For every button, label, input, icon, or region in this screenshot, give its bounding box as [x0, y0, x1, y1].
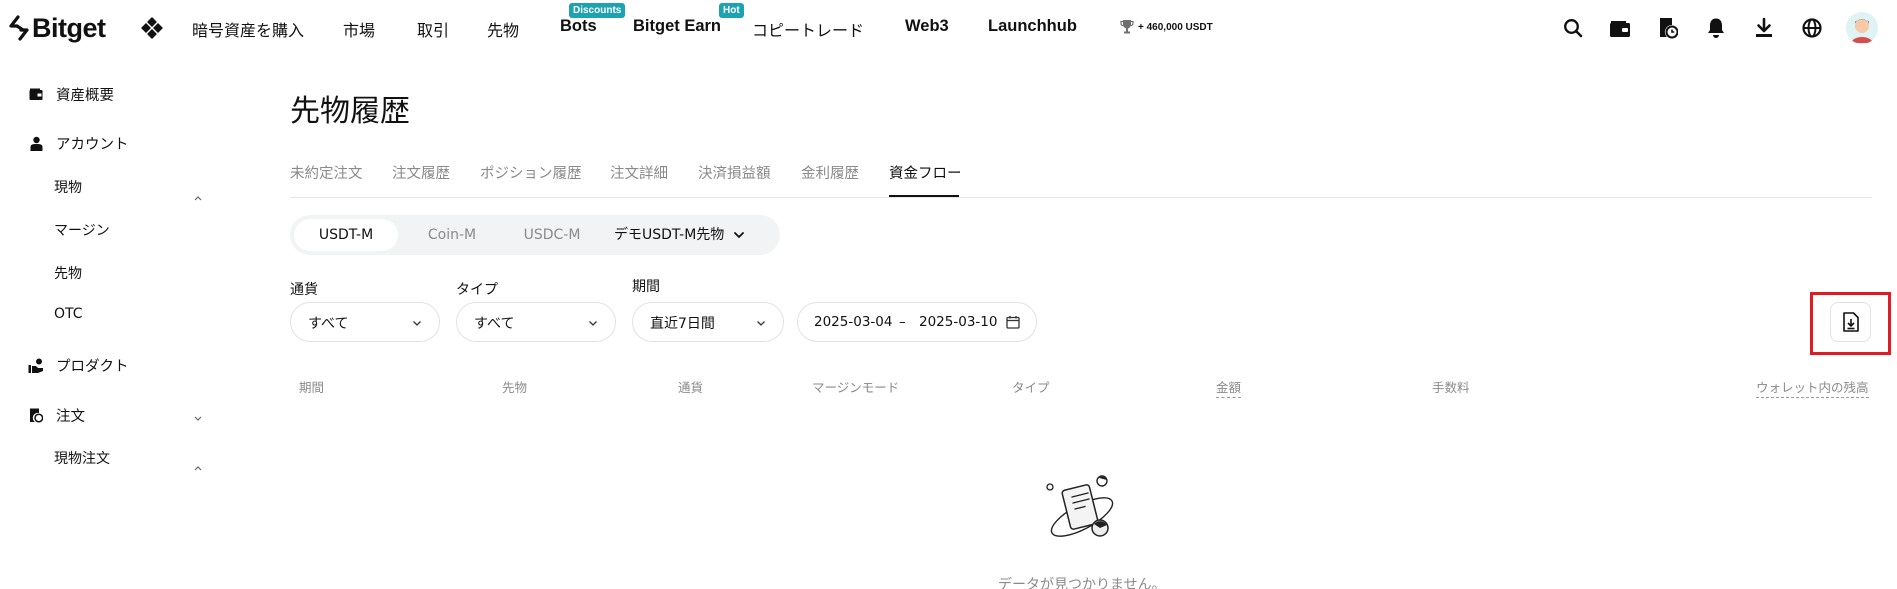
chevron-down-icon: [734, 232, 745, 238]
tab-fund-flow[interactable]: 資金フロー: [889, 162, 962, 183]
date-range-picker[interactable]: 2025-03-04 – 2025-03-10: [797, 302, 1037, 342]
segment-usdt-m[interactable]: USDT-M: [294, 219, 398, 251]
calendar-icon: [1006, 316, 1020, 329]
sidebar-item-label: 注文: [56, 409, 85, 425]
column-header-margin-mode: マージンモード: [812, 380, 900, 395]
chevron-down-icon[interactable]: [192, 412, 204, 424]
tab-funding-history[interactable]: 金利履歴: [801, 162, 859, 183]
bitget-logo-icon: [9, 15, 29, 41]
avatar[interactable]: [1846, 12, 1878, 44]
promo-banner[interactable]: + 460,000 USDT: [1120, 19, 1213, 35]
sidebar-item-products[interactable]: プロダクト: [28, 355, 129, 376]
nav-launchhub[interactable]: Launchhub: [988, 17, 1077, 36]
wallet-icon: [28, 87, 44, 103]
apps-icon[interactable]: [140, 16, 164, 40]
sidebar-item-label: 資産概要: [56, 88, 114, 104]
chevron-up-icon[interactable]: [192, 192, 204, 204]
currency-select-value: すべて: [308, 316, 349, 332]
tab-order-details[interactable]: 注文詳細: [610, 162, 668, 183]
segment-demo-label: デモUSDT-M先物: [614, 227, 725, 243]
sidebar-item-orders[interactable]: 注文: [28, 405, 85, 426]
chevron-down-icon: [589, 321, 597, 326]
sidebar-item-spot-orders[interactable]: 現物注文: [54, 448, 110, 468]
nav-trade[interactable]: 取引: [417, 17, 449, 41]
sidebar-item-spot[interactable]: 現物: [54, 177, 82, 197]
date-separator: –: [899, 314, 906, 330]
date-from: 2025-03-04: [814, 314, 893, 330]
column-header-type: タイプ: [1012, 380, 1050, 395]
globe-icon[interactable]: [1800, 16, 1824, 40]
chevron-up-icon[interactable]: [192, 462, 204, 474]
search-icon[interactable]: [1561, 16, 1585, 40]
segment-demo-usdt-m-dropdown[interactable]: デモUSDT-M先物: [614, 219, 746, 251]
sidebar: 資産概要 アカウント 現物 マージン 先物 OTC プロダクト 注文 現物注文: [0, 56, 240, 589]
column-header-futures: 先物: [502, 380, 528, 395]
column-header-wallet-balance[interactable]: ウォレット内の残高: [1756, 377, 1869, 398]
currency-filter-label: 通貨: [290, 282, 318, 298]
orders-icon: [28, 408, 44, 424]
type-select[interactable]: すべて: [456, 302, 616, 342]
chevron-down-icon: [413, 321, 421, 326]
orders-icon[interactable]: [1656, 16, 1680, 40]
chevron-down-icon: [757, 321, 765, 326]
nav-bitget-earn[interactable]: Bitget Earn: [633, 17, 721, 36]
sidebar-item-label: アカウント: [56, 137, 129, 153]
currency-select[interactable]: すべて: [290, 302, 440, 342]
trophy-icon: [1120, 20, 1134, 34]
tab-realized-pnl[interactable]: 決済損益額: [698, 162, 771, 183]
file-download-icon: [1842, 312, 1859, 332]
empty-state-message: データが見つかりません。: [998, 577, 1166, 589]
nav-futures[interactable]: 先物: [487, 17, 519, 41]
promo-text: + 460,000 USDT: [1138, 21, 1213, 33]
nav-copy-trade[interactable]: コピートレード: [752, 17, 864, 41]
hot-badge: Hot: [719, 3, 744, 18]
date-to: 2025-03-10: [919, 314, 998, 330]
sidebar-item-futures[interactable]: 先物: [54, 263, 82, 283]
sidebar-item-assets-overview[interactable]: 資産概要: [28, 84, 114, 105]
tab-position-history[interactable]: ポジション履歴: [480, 162, 582, 183]
period-select-value: 直近7日間: [650, 316, 715, 332]
sidebar-item-label: プロダクト: [56, 359, 129, 375]
export-button[interactable]: [1830, 302, 1871, 342]
sidebar-item-margin[interactable]: マージン: [54, 220, 110, 240]
column-header-fee: 手数料: [1432, 380, 1470, 395]
history-tabs: 未約定注文 注文履歴 ポジション履歴 注文詳細 決済損益額 金利履歴 資金フロー: [290, 158, 1872, 198]
sidebar-item-otc[interactable]: OTC: [54, 306, 83, 322]
nav-buy-crypto[interactable]: 暗号資産を購入: [192, 17, 304, 41]
column-header-currency: 通貨: [678, 380, 704, 395]
column-header-period: 期間: [299, 380, 325, 395]
brand-name: Bitget: [32, 12, 106, 43]
active-tab-indicator: [889, 195, 959, 197]
user-avatar-icon: [1846, 12, 1878, 44]
type-select-value: すべて: [474, 316, 515, 332]
period-filter-label: 期間: [632, 279, 660, 295]
column-header-amount[interactable]: 金額: [1216, 377, 1242, 398]
wallet-icon[interactable]: [1608, 16, 1632, 40]
nav-markets[interactable]: 市場: [343, 17, 375, 41]
product-icon: [28, 358, 44, 374]
empty-state-illustration: [1046, 475, 1114, 537]
nav-web3[interactable]: Web3: [905, 17, 949, 36]
period-select[interactable]: 直近7日間: [632, 302, 784, 342]
page-title: 先物履歴: [290, 94, 410, 129]
type-filter-label: タイプ: [456, 282, 498, 298]
tab-order-history[interactable]: 注文履歴: [392, 162, 450, 183]
discounts-badge: Discounts: [569, 3, 626, 18]
bitget-logo[interactable]: Bitget: [8, 12, 106, 44]
top-nav: Bitget 暗号資産を購入 市場 取引 先物 Discounts Bots H…: [0, 0, 1897, 56]
user-icon: [28, 136, 44, 152]
futures-type-switcher: USDT-M Coin-M USDC-M デモUSDT-M先物: [290, 215, 780, 255]
tab-open-orders[interactable]: 未約定注文: [290, 162, 363, 183]
bell-icon[interactable]: [1704, 16, 1728, 40]
segment-coin-m[interactable]: Coin-M: [402, 219, 502, 251]
download-icon[interactable]: [1752, 16, 1776, 40]
sidebar-item-account[interactable]: アカウント: [28, 133, 129, 154]
segment-usdc-m[interactable]: USDC-M: [500, 219, 604, 251]
nav-bots[interactable]: Bots: [560, 17, 597, 36]
